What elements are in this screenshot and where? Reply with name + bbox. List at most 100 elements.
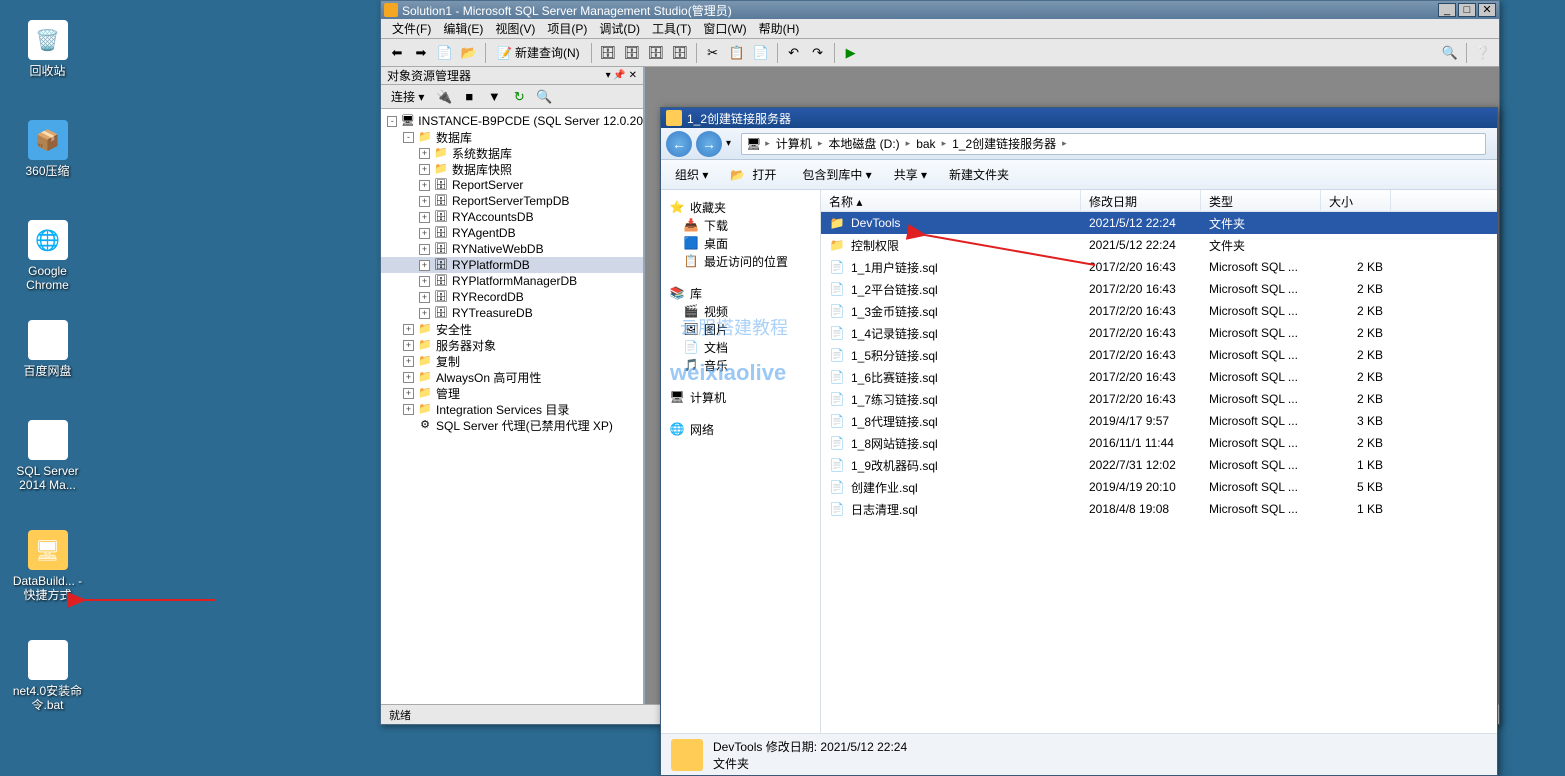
- tb-find-icon[interactable]: 🔍: [1439, 42, 1461, 64]
- tree-node[interactable]: -📁数据库: [381, 129, 643, 145]
- file-row[interactable]: 📄1_2平台链接.sql2017/2/20 16:43Microsoft SQL…: [821, 278, 1497, 300]
- tree-node[interactable]: -🖥INSTANCE-B9PCDE (SQL Server 12.0.20: [381, 113, 643, 129]
- explorer-titlebar[interactable]: 1_2创建链接服务器: [661, 108, 1497, 128]
- sidebar-group[interactable]: 📚库: [665, 284, 816, 302]
- file-list[interactable]: 名称 ▴修改日期类型大小 📁DevTools2021/5/12 22:24文件夹…: [821, 190, 1497, 733]
- tree-node[interactable]: +📁管理: [381, 385, 643, 401]
- menu-item[interactable]: 窗口(W): [697, 18, 752, 39]
- tb-forward-icon[interactable]: ➡: [410, 42, 432, 64]
- tb-copy-icon[interactable]: 📋: [726, 42, 748, 64]
- tb-undo-icon[interactable]: ↶: [783, 42, 805, 64]
- tb-redo-icon[interactable]: ↷: [807, 42, 829, 64]
- oe-disconnect-icon[interactable]: 🔌: [433, 86, 455, 108]
- file-row[interactable]: 📄1_8网站链接.sql2016/11/1 11:44Microsoft SQL…: [821, 432, 1497, 454]
- tb-db1-icon[interactable]: 🗄: [597, 42, 619, 64]
- file-row[interactable]: 📄1_3金币链接.sql2017/2/20 16:43Microsoft SQL…: [821, 300, 1497, 322]
- file-row[interactable]: 📄创建作业.sql2019/4/19 20:10Microsoft SQL ..…: [821, 476, 1497, 498]
- minimize-button[interactable]: _: [1438, 3, 1456, 17]
- desktop-icon[interactable]: 🗄SQL Server 2014 Ma...: [10, 420, 85, 492]
- tb-cut-icon[interactable]: ✂: [702, 42, 724, 64]
- tree-node[interactable]: +📁复制: [381, 353, 643, 369]
- tree-node[interactable]: +🗄ReportServer: [381, 177, 643, 193]
- tb-play-icon[interactable]: ▶: [840, 42, 862, 64]
- tree-node[interactable]: +📁AlwaysOn 高可用性: [381, 369, 643, 385]
- close-button[interactable]: ✕: [1478, 3, 1496, 17]
- tb-new-icon[interactable]: 📄: [434, 42, 456, 64]
- sidebar-group[interactable]: 🌐网络: [665, 420, 816, 438]
- expand-toggle[interactable]: +: [419, 260, 430, 271]
- tb-db2-icon[interactable]: 🗄: [621, 42, 643, 64]
- organize-button[interactable]: 组织 ▾: [671, 163, 712, 186]
- tb-help-icon[interactable]: ❔: [1472, 42, 1494, 64]
- share-button[interactable]: 共享 ▾: [890, 163, 931, 186]
- ssms-titlebar[interactable]: Solution1 - Microsoft SQL Server Managem…: [381, 1, 1499, 19]
- expand-toggle[interactable]: +: [419, 292, 430, 303]
- expand-toggle[interactable]: +: [419, 196, 430, 207]
- menu-item[interactable]: 编辑(E): [437, 18, 489, 39]
- connect-button[interactable]: 连接 ▾: [385, 86, 430, 107]
- menu-item[interactable]: 工具(T): [646, 18, 697, 39]
- expand-toggle[interactable]: +: [419, 244, 430, 255]
- tb-open-icon[interactable]: 📂: [458, 42, 480, 64]
- desktop-icon[interactable]: 🌐Google Chrome: [10, 220, 85, 292]
- tree-node[interactable]: +🗄RYAgentDB: [381, 225, 643, 241]
- expand-toggle[interactable]: +: [419, 180, 430, 191]
- address-bar[interactable]: 🖥▸计算机▸本地磁盘 (D:)▸bak▸1_2创建链接服务器▸: [741, 133, 1486, 155]
- tree-node[interactable]: +🗄RYPlatformManagerDB: [381, 273, 643, 289]
- expand-toggle[interactable]: +: [403, 372, 414, 383]
- maximize-button[interactable]: □: [1458, 3, 1476, 17]
- oe-filter-icon[interactable]: ▼: [483, 86, 505, 108]
- expand-toggle[interactable]: -: [387, 116, 397, 127]
- column-header[interactable]: 名称 ▴: [821, 190, 1081, 211]
- expand-toggle[interactable]: +: [419, 212, 430, 223]
- menu-item[interactable]: 视图(V): [489, 18, 541, 39]
- desktop-icon[interactable]: 📦360压缩: [10, 120, 85, 178]
- tree-node[interactable]: +🗄RYNativeWebDB: [381, 241, 643, 257]
- desktop-icon[interactable]: ☁百度网盘: [10, 320, 85, 378]
- tree-node[interactable]: +📁系统数据库: [381, 145, 643, 161]
- oe-stop-icon[interactable]: ■: [458, 86, 480, 108]
- sidebar-item[interactable]: 🖼图片: [665, 320, 816, 338]
- expand-toggle[interactable]: +: [403, 404, 414, 415]
- menu-item[interactable]: 文件(F): [386, 18, 437, 39]
- breadcrumb-item[interactable]: 计算机: [774, 134, 814, 153]
- menu-item[interactable]: 帮助(H): [753, 18, 806, 39]
- expand-toggle[interactable]: +: [419, 308, 430, 319]
- breadcrumb-item[interactable]: bak: [914, 136, 937, 152]
- expand-toggle[interactable]: +: [419, 148, 430, 159]
- nav-back-button[interactable]: ←: [666, 131, 692, 157]
- expand-toggle[interactable]: +: [403, 340, 414, 351]
- menu-item[interactable]: 调试(D): [593, 18, 646, 39]
- tb-db4-icon[interactable]: 🗄: [669, 42, 691, 64]
- column-header[interactable]: 类型: [1201, 190, 1321, 211]
- breadcrumb-item[interactable]: 1_2创建链接服务器: [950, 134, 1058, 153]
- autohide-icon[interactable]: ▾ 📌 ✕: [606, 70, 637, 81]
- expand-toggle[interactable]: +: [419, 228, 430, 239]
- desktop-icon[interactable]: 🗑️回收站: [10, 20, 85, 78]
- tree-node[interactable]: +📁服务器对象: [381, 337, 643, 353]
- sidebar-item[interactable]: 🎬视频: [665, 302, 816, 320]
- file-row[interactable]: 📄1_4记录链接.sql2017/2/20 16:43Microsoft SQL…: [821, 322, 1497, 344]
- tree-node[interactable]: +🗄RYPlatformDB: [381, 257, 643, 273]
- breadcrumb-item[interactable]: 本地磁盘 (D:): [826, 134, 901, 153]
- tree-node[interactable]: +📁Integration Services 目录: [381, 401, 643, 417]
- tree-node[interactable]: +🗄RYRecordDB: [381, 289, 643, 305]
- tb-back-icon[interactable]: ⬅: [386, 42, 408, 64]
- expand-toggle[interactable]: [403, 420, 414, 431]
- tree-node[interactable]: +🗄RYTreasureDB: [381, 305, 643, 321]
- tree-node[interactable]: +🗄ReportServerTempDB: [381, 193, 643, 209]
- column-header[interactable]: 修改日期: [1081, 190, 1201, 211]
- tb-paste-icon[interactable]: 📄: [750, 42, 772, 64]
- tb-db3-icon[interactable]: 🗄: [645, 42, 667, 64]
- tree-node[interactable]: ⚙SQL Server 代理(已禁用代理 XP): [381, 417, 643, 433]
- open-button[interactable]: 📂 打开: [726, 160, 784, 189]
- new-query-button[interactable]: 📝 新建查询(N): [491, 42, 586, 63]
- file-row[interactable]: 📁DevTools2021/5/12 22:24文件夹: [821, 212, 1497, 234]
- sidebar-group[interactable]: ⭐收藏夹: [665, 198, 816, 216]
- desktop-icon[interactable]: 🖥DataBuild... - 快捷方式: [10, 530, 85, 602]
- expand-toggle[interactable]: +: [403, 356, 414, 367]
- tree-node[interactable]: +📁安全性: [381, 321, 643, 337]
- expand-toggle[interactable]: +: [419, 276, 430, 287]
- menu-item[interactable]: 项目(P): [541, 18, 593, 39]
- tree-node[interactable]: +📁数据库快照: [381, 161, 643, 177]
